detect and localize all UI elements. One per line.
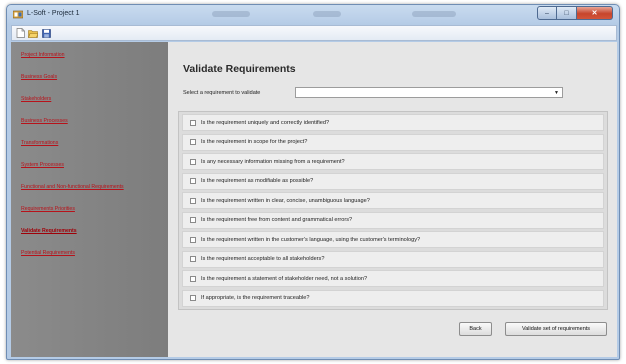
minimize-icon: – [545,9,549,17]
checklist-item-label: Is the requirement written in clear, con… [201,197,370,204]
sidebar-item-stakeholders[interactable]: Stakeholders [21,96,51,102]
app-icon [13,10,23,19]
requirement-select[interactable]: ▼ [295,87,563,98]
save-icon[interactable] [41,28,51,38]
checkbox[interactable] [190,139,196,145]
checkbox[interactable] [190,119,196,126]
main-content: Validate Requirements Select a requireme… [168,42,617,357]
checkbox[interactable] [190,197,196,204]
validation-checklist: Is the requirement uniquely and correctl… [178,111,608,310]
checklist-item-label: If appropriate, is the requirement trace… [201,295,310,301]
checkbox[interactable] [190,275,196,282]
select-requirement-label: Select a requirement to validate [183,90,261,96]
checkbox[interactable] [190,178,196,184]
window-title: L-Soft - Project 1 [27,10,80,17]
title-bar: L-Soft - Project 1 – □ ✕ [7,5,619,24]
sidebar-item-validate-requirements[interactable]: Validate Requirements [21,228,77,234]
checklist-item: Is the requirement written in clear, con… [182,192,604,209]
close-icon: ✕ [591,10,598,17]
sidebar-item-requirements-priorities[interactable]: Requirements Priorities [21,206,75,212]
checklist-item: Is the requirement as modifiable as poss… [182,172,604,190]
checklist-item: Is the requirement uniquely and correctl… [182,114,604,131]
sidebar-item-system-processes[interactable]: System Processes [21,162,64,168]
checklist-item-label: Is the requirement written in the custom… [201,236,421,243]
checklist-item-label: Is the requirement uniquely and correctl… [201,119,330,126]
checklist-item-label: Is any necessary information missing fro… [201,158,345,165]
checkbox[interactable] [190,295,196,301]
checklist-item-label: Is the requirement as modifiable as poss… [201,178,314,184]
maximize-button[interactable]: □ [557,6,577,20]
checkbox[interactable] [190,256,196,262]
checkbox[interactable] [190,217,196,223]
checklist-item: Is the requirement free from content and… [182,211,604,229]
checklist-item-label: Is the requirement acceptable to all sta… [201,256,325,262]
title-blur [212,11,250,17]
minimize-button[interactable]: – [537,6,557,20]
sidebar-item-business-processes[interactable]: Business Processes [21,118,68,124]
checklist-item: Is any necessary information missing fro… [182,153,604,170]
validate-requirements-button[interactable]: Validate set of requirements [505,322,607,336]
checklist-item-label: Is the requirement in scope for the proj… [201,139,308,145]
sidebar: Project Information Business Goals Stake… [11,42,168,357]
checklist-item-label: Is the requirement free from content and… [201,217,353,223]
dropdown-arrow-icon[interactable]: ▼ [554,90,559,96]
maximize-icon: □ [564,9,569,17]
new-document-icon[interactable] [15,28,25,38]
checkbox[interactable] [190,158,196,165]
sidebar-item-transformations[interactable]: Transformations [21,140,58,146]
app-window: L-Soft - Project 1 – □ ✕ Project Informa… [6,4,620,360]
close-button[interactable]: ✕ [577,6,613,20]
sidebar-item-functional-requirements[interactable]: Functional and Non-functional Requiremen… [21,184,124,190]
title-blur [313,11,341,17]
checklist-item: Is the requirement a statement of stakeh… [182,270,604,287]
sidebar-item-project-information[interactable]: Project Information [21,52,65,58]
sidebar-item-potential-requirements[interactable]: Potential Requirements [21,250,75,256]
title-blur [412,11,456,17]
checklist-item: If appropriate, is the requirement trace… [182,289,604,307]
window-controls: – □ ✕ [537,6,613,20]
checkbox[interactable] [190,236,196,243]
page-title: Validate Requirements [183,63,296,75]
toolbar [11,25,617,41]
checklist-item: Is the requirement acceptable to all sta… [182,250,604,268]
checklist-item: Is the requirement in scope for the proj… [182,133,604,151]
checklist-item: Is the requirement written in the custom… [182,231,604,248]
sidebar-item-business-goals[interactable]: Business Goals [21,74,57,80]
checklist-item-label: Is the requirement a statement of stakeh… [201,275,368,282]
open-folder-icon[interactable] [28,28,38,38]
back-button[interactable]: Back [459,322,492,336]
